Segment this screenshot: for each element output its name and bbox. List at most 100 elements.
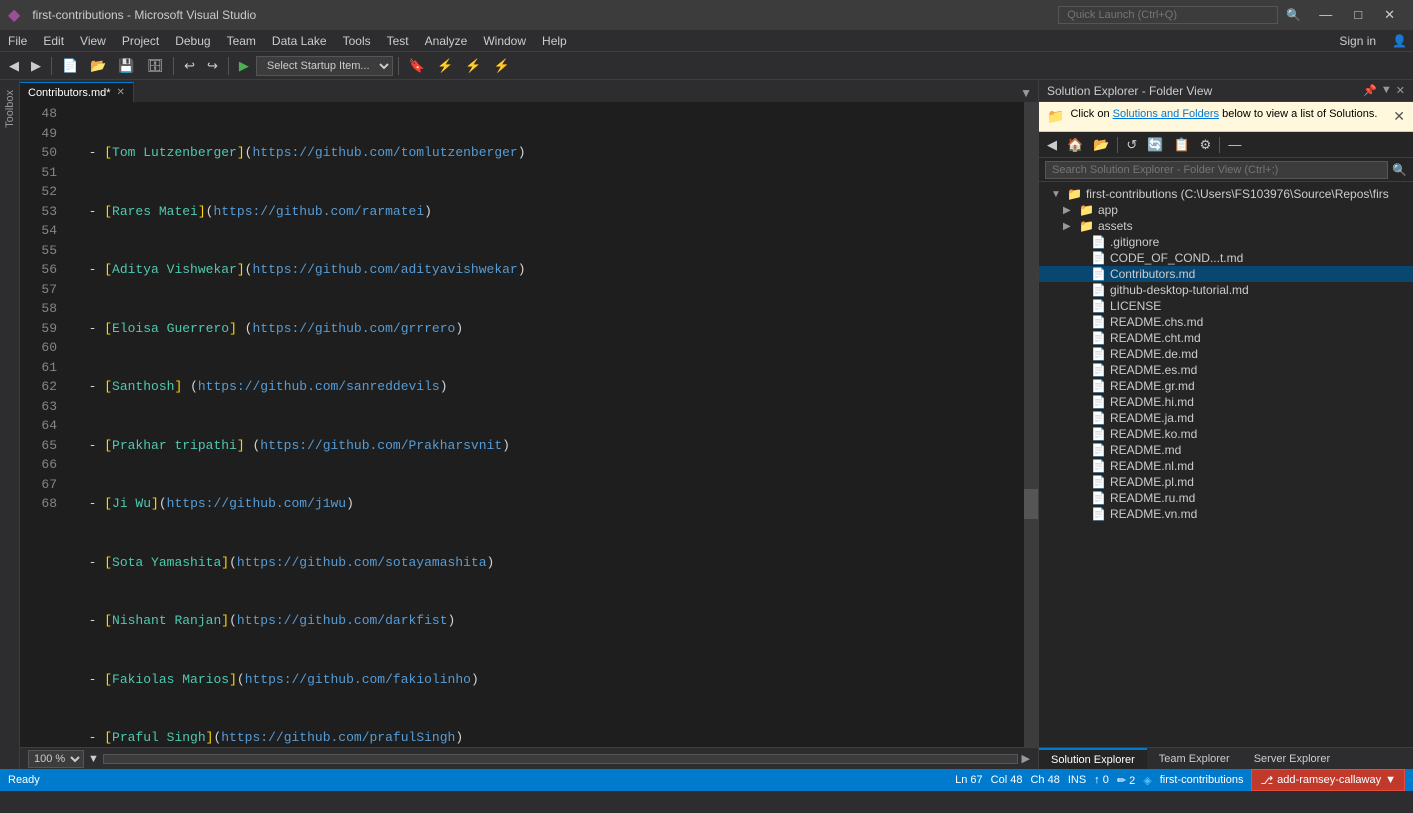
- toolbar-extra-1[interactable]: ⚡: [432, 56, 458, 76]
- se-item-readme-es[interactable]: 📄 README.es.md: [1039, 362, 1413, 378]
- toolbar-run[interactable]: ▶: [234, 56, 254, 76]
- status-branch-section[interactable]: ⎇ add-ramsey-callaway ▼: [1251, 769, 1405, 791]
- se-item-readme-vn[interactable]: 📄 README.vn.md: [1039, 506, 1413, 522]
- toolbar-bookmark[interactable]: 🔖: [404, 56, 430, 76]
- se-item-contributors[interactable]: 📄 Contributors.md: [1039, 266, 1413, 282]
- se-pin-button[interactable]: 📌: [1363, 84, 1377, 97]
- horizontal-scrollbar[interactable]: [103, 754, 1018, 764]
- se-item-code-of-conduct[interactable]: 📄 CODE_OF_COND...t.md: [1039, 250, 1413, 266]
- se-filter-button[interactable]: ⚙: [1196, 135, 1216, 155]
- se-item-readme-chs[interactable]: 📄 README.chs.md: [1039, 314, 1413, 330]
- se-item-readme-de[interactable]: 📄 README.de.md: [1039, 346, 1413, 362]
- menu-team[interactable]: Team: [219, 32, 264, 50]
- se-sync-button[interactable]: ↺: [1122, 135, 1141, 155]
- scroll-right-arrow[interactable]: ▶: [1022, 752, 1030, 765]
- se-item-label-readme-cht: README.cht.md: [1110, 331, 1409, 345]
- se-item-readme-nl[interactable]: 📄 README.nl.md: [1039, 458, 1413, 474]
- se-item-assets[interactable]: ▶ 📁 assets: [1039, 218, 1413, 234]
- tab-close-button[interactable]: ✕: [117, 87, 125, 98]
- line-num-68: 68: [28, 494, 57, 514]
- menu-analyze[interactable]: Analyze: [417, 32, 476, 50]
- tab-team-explorer[interactable]: Team Explorer: [1147, 748, 1242, 769]
- line-num-54: 54: [28, 221, 57, 241]
- menu-view[interactable]: View: [72, 32, 114, 50]
- se-dropdown-button[interactable]: ▼: [1381, 84, 1392, 97]
- se-item-license[interactable]: 📄 LICENSE: [1039, 298, 1413, 314]
- toolbar-open[interactable]: 📂: [85, 56, 111, 76]
- sign-in-button[interactable]: Sign in: [1329, 32, 1386, 50]
- minimize-button[interactable]: —: [1309, 5, 1342, 25]
- tab-scroll-arrow[interactable]: ▼: [1014, 84, 1038, 102]
- toolbar-save[interactable]: 💾: [113, 56, 139, 76]
- file-icon-contributors: 📄: [1091, 267, 1106, 281]
- se-item-readme-pl[interactable]: 📄 README.pl.md: [1039, 474, 1413, 490]
- se-controls: 📌 ▼ ✕: [1363, 84, 1405, 97]
- se-item-readme-gr[interactable]: 📄 README.gr.md: [1039, 378, 1413, 394]
- close-button[interactable]: ✕: [1374, 5, 1405, 25]
- notification-link[interactable]: Solutions and Folders: [1113, 108, 1219, 120]
- file-icon-coc: 📄: [1091, 251, 1106, 265]
- se-item-readme-md[interactable]: 📄 README.md: [1039, 442, 1413, 458]
- toolbar-extra-3[interactable]: ⚡: [488, 56, 514, 76]
- se-root-expand[interactable]: ▼: [1051, 189, 1063, 200]
- quick-launch-input[interactable]: [1058, 6, 1278, 24]
- tab-server-explorer[interactable]: Server Explorer: [1242, 748, 1342, 769]
- zoom-dropdown-icon[interactable]: ▼: [88, 753, 99, 765]
- se-item-readme-cht[interactable]: 📄 README.cht.md: [1039, 330, 1413, 346]
- git-branch-icon: ⎇: [1260, 774, 1273, 787]
- se-item-readme-ja[interactable]: 📄 README.ja.md: [1039, 410, 1413, 426]
- se-item-gitignore[interactable]: 📄 .gitignore: [1039, 234, 1413, 250]
- se-folder-button[interactable]: 📂: [1089, 135, 1113, 155]
- se-item-label-coc: CODE_OF_COND...t.md: [1110, 251, 1409, 265]
- se-item-github-tutorial[interactable]: 📄 github-desktop-tutorial.md: [1039, 282, 1413, 298]
- menu-edit[interactable]: Edit: [35, 32, 72, 50]
- menu-tools[interactable]: Tools: [335, 32, 379, 50]
- toolbar-back[interactable]: ◀: [4, 56, 24, 76]
- menu-help[interactable]: Help: [534, 32, 575, 50]
- se-collapse-button[interactable]: —: [1224, 135, 1245, 154]
- menu-file[interactable]: File: [0, 32, 35, 50]
- toolbox-strip[interactable]: Toolbox: [0, 80, 20, 769]
- toolbar-redo[interactable]: ↪: [202, 56, 223, 76]
- se-item-readme-ko[interactable]: 📄 README.ko.md: [1039, 426, 1413, 442]
- editor-scrollbar[interactable]: [1024, 102, 1038, 747]
- se-item-readme-ru[interactable]: 📄 README.ru.md: [1039, 490, 1413, 506]
- expand-assets[interactable]: ▶: [1063, 221, 1075, 232]
- toolbar-save-all[interactable]: 🗄: [142, 56, 169, 76]
- code-content[interactable]: - [Tom Lutzenberger](https://github.com/…: [65, 102, 1024, 747]
- expand-app[interactable]: ▶: [1063, 205, 1075, 216]
- se-tree[interactable]: ▼ 📁 first-contributions (C:\Users\FS1039…: [1039, 182, 1413, 747]
- zoom-select[interactable]: 100 %: [28, 750, 84, 768]
- code-line-49: - [Rares Matei](https://github.com/rarma…: [73, 202, 1016, 222]
- menu-project[interactable]: Project: [114, 32, 167, 50]
- toolbar-undo[interactable]: ↩: [179, 56, 200, 76]
- menu-window[interactable]: Window: [475, 32, 534, 50]
- toolbar-sep-1: [51, 57, 52, 75]
- toolbox-label[interactable]: Toolbox: [4, 90, 16, 128]
- se-item-app[interactable]: ▶ 📁 app: [1039, 202, 1413, 218]
- active-tab[interactable]: Contributors.md* ✕: [20, 82, 134, 102]
- menu-debug[interactable]: Debug: [167, 32, 218, 50]
- se-refresh-button[interactable]: 🔄: [1143, 135, 1167, 155]
- maximize-button[interactable]: □: [1344, 5, 1372, 25]
- se-search-input[interactable]: [1045, 161, 1388, 179]
- se-root-item[interactable]: ▼ 📁 first-contributions (C:\Users\FS1039…: [1039, 186, 1413, 202]
- se-close-button[interactable]: ✕: [1396, 84, 1405, 97]
- line-num-51: 51: [28, 163, 57, 183]
- se-back-button[interactable]: ◀: [1043, 135, 1061, 155]
- tab-solution-explorer[interactable]: Solution Explorer: [1039, 748, 1147, 769]
- toolbar-forward[interactable]: ▶: [26, 56, 46, 76]
- menu-datalake[interactable]: Data Lake: [264, 32, 335, 50]
- startup-dropdown[interactable]: Select Startup Item...: [256, 56, 393, 76]
- account-icon[interactable]: 👤: [1386, 32, 1413, 50]
- line-num-60: 60: [28, 338, 57, 358]
- se-home-button[interactable]: 🏠: [1063, 135, 1087, 155]
- notification-close-button[interactable]: ✕: [1393, 108, 1405, 125]
- se-search-icon[interactable]: 🔍: [1392, 163, 1407, 177]
- se-copy-button[interactable]: 📋: [1169, 135, 1193, 155]
- menu-test[interactable]: Test: [379, 32, 417, 50]
- tab-bar: Contributors.md* ✕ ▼: [20, 80, 1038, 102]
- se-item-readme-hi[interactable]: 📄 README.hi.md: [1039, 394, 1413, 410]
- toolbar-new[interactable]: 📄: [57, 56, 83, 76]
- toolbar-extra-2[interactable]: ⚡: [460, 56, 486, 76]
